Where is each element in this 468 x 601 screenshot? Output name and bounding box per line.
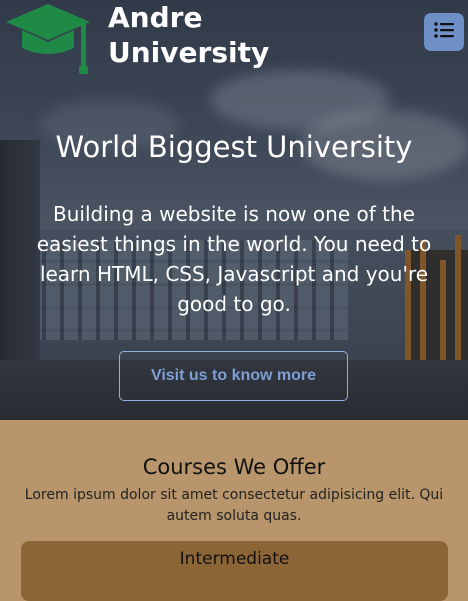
brand-name: Andre University xyxy=(108,0,269,70)
hero-section: Andre University World Biggest Universit… xyxy=(0,0,468,420)
courses-section: Courses We Offer Lorem ipsum dolor sit a… xyxy=(0,420,468,601)
course-card-title: Intermediate xyxy=(179,549,290,569)
courses-title: Courses We Offer xyxy=(142,455,326,479)
visit-us-button[interactable]: Visit us to know more xyxy=(119,351,348,401)
graduation-cap-icon xyxy=(4,0,92,76)
list-icon xyxy=(434,22,454,42)
menu-button[interactable] xyxy=(424,13,464,51)
hero-title: World Biggest University xyxy=(55,130,413,164)
course-card[interactable]: Intermediate xyxy=(21,541,448,601)
brand-line-2: University xyxy=(108,36,270,69)
brand-logo[interactable]: Andre University xyxy=(4,0,269,76)
hero-text: Building a website is now one of the eas… xyxy=(36,202,432,316)
brand-line-1: Andre xyxy=(108,1,203,34)
courses-description: Lorem ipsum dolor sit amet consectetur a… xyxy=(24,487,444,524)
